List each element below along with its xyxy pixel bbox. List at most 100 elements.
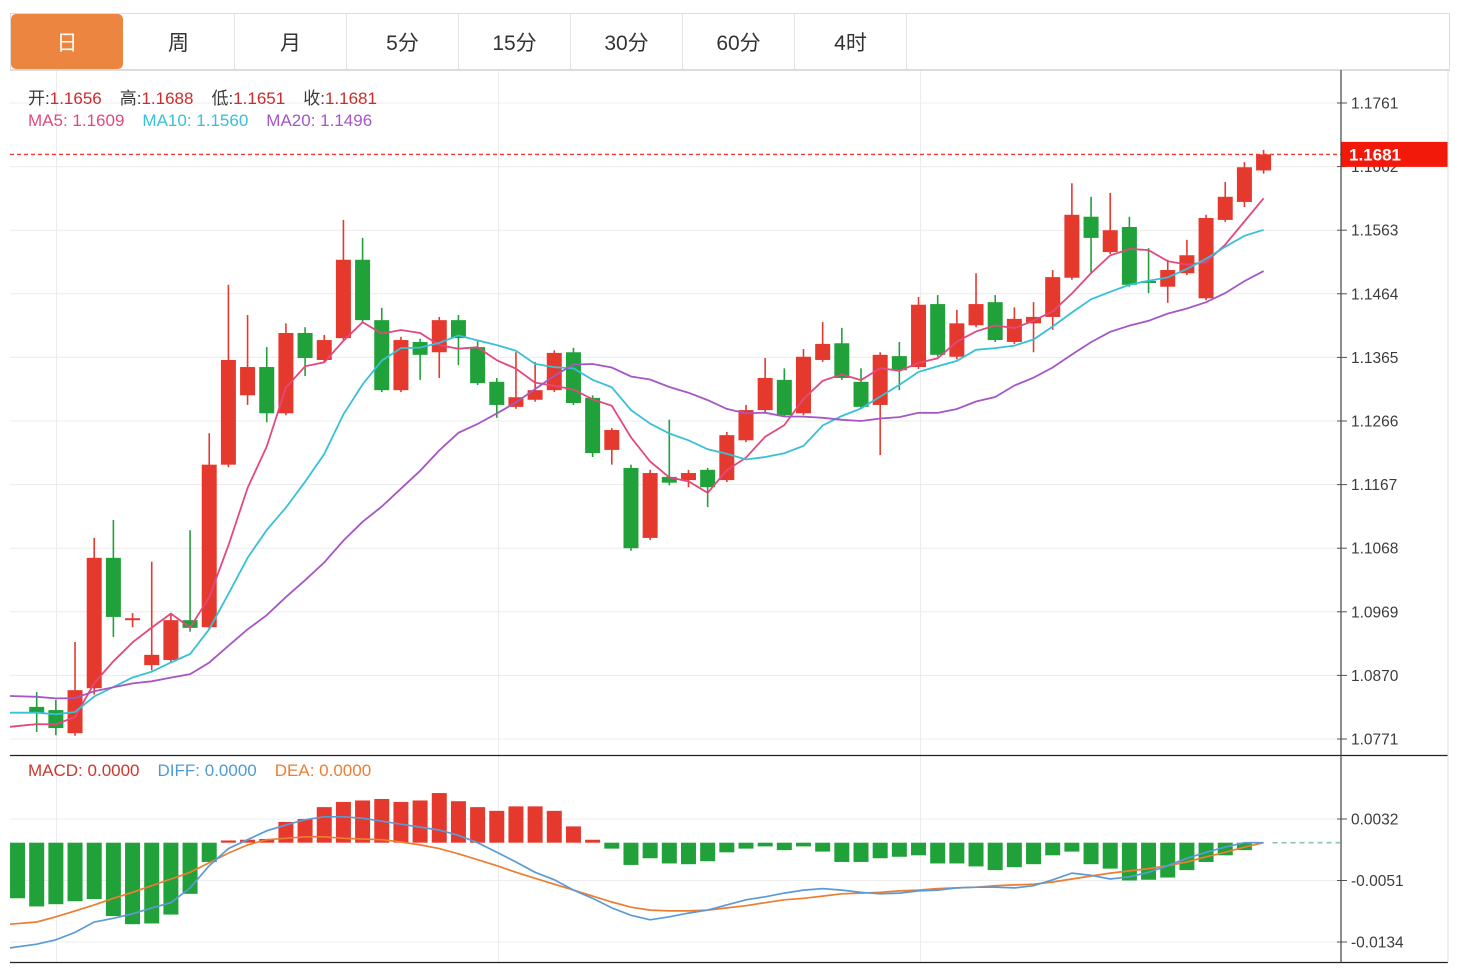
ohlc-item: 收:1.1681 bbox=[303, 89, 377, 108]
candle-body bbox=[969, 304, 984, 325]
macd-histogram-bar bbox=[892, 843, 907, 857]
candle-body bbox=[1256, 154, 1271, 170]
ma-readout: MA5: 1.1609 MA10: 1.1560 MA20: 1.1496 bbox=[28, 111, 390, 131]
macd-histogram-bar bbox=[834, 843, 849, 862]
macd-histogram-bar bbox=[68, 843, 83, 902]
readout-label: 高: bbox=[120, 89, 142, 108]
readout-label: MA10: bbox=[142, 111, 191, 130]
candle-body bbox=[566, 352, 581, 403]
readout-label: MA20: bbox=[266, 111, 315, 130]
macd-axis-label: -0.0134 bbox=[1351, 935, 1404, 952]
price-axis-label: 1.0969 bbox=[1351, 604, 1398, 621]
candle-body bbox=[144, 655, 159, 665]
candle-body bbox=[1064, 215, 1079, 278]
macd-histogram-bar bbox=[1045, 843, 1060, 856]
current-price-text: 1.1681 bbox=[1349, 145, 1401, 164]
readout-value: 1.1496 bbox=[320, 111, 372, 130]
candle-body bbox=[719, 435, 734, 480]
trading-chart-app: 日周月5分15分30分60分4时 开:1.1656高:1.1688低:1.165… bbox=[0, 0, 1473, 969]
macd-histogram-bar bbox=[719, 843, 734, 853]
macd-histogram-bar bbox=[1160, 843, 1175, 878]
candle-body bbox=[1237, 167, 1252, 202]
macd-histogram-bar bbox=[949, 843, 964, 864]
macd-histogram-bar bbox=[183, 843, 198, 894]
candle-body bbox=[834, 343, 849, 378]
candle-body bbox=[528, 390, 543, 400]
readout-value: 1.1681 bbox=[325, 89, 377, 108]
candle-body bbox=[623, 468, 638, 548]
macd-histogram-bar bbox=[547, 811, 562, 843]
price-axis-label: 1.1167 bbox=[1351, 477, 1397, 494]
candle-body bbox=[1007, 319, 1022, 342]
macd-histogram-bar bbox=[1084, 843, 1099, 864]
ma-item: MA10: 1.1560 bbox=[142, 111, 248, 130]
macd-histogram-bar bbox=[777, 843, 792, 850]
macd-histogram-bar bbox=[796, 843, 811, 847]
candle-body bbox=[854, 382, 869, 407]
macd-histogram-bar bbox=[700, 843, 715, 862]
price-axis-label: 1.0771 bbox=[1351, 732, 1398, 749]
readout-value: 1.1651 bbox=[233, 89, 285, 108]
candle-body bbox=[1122, 227, 1137, 285]
readout-label: 收: bbox=[303, 89, 325, 108]
readout-label: MA5: bbox=[28, 111, 68, 130]
macd-histogram-bar bbox=[873, 843, 888, 859]
candle-body bbox=[87, 558, 102, 688]
macd-histogram-bar bbox=[1026, 843, 1041, 864]
candle-body bbox=[1084, 217, 1099, 238]
macd-line bbox=[10, 817, 1264, 948]
candle-body bbox=[681, 473, 696, 480]
readout-value: 0.0000 bbox=[319, 761, 371, 780]
candle-body bbox=[202, 465, 217, 628]
macd-item: DIFF: 0.0000 bbox=[158, 761, 257, 780]
macd-histogram-bar bbox=[566, 826, 581, 842]
macd-axis-label: 0.0032 bbox=[1351, 812, 1398, 829]
candle-body bbox=[489, 382, 504, 405]
candle-body bbox=[432, 320, 447, 352]
macd-histogram-bar bbox=[815, 843, 830, 852]
candle-body bbox=[777, 380, 792, 415]
readout-label: MACD: bbox=[28, 761, 83, 780]
price-axis-label: 1.1266 bbox=[1351, 414, 1398, 431]
macd-histogram-bar bbox=[1064, 843, 1079, 852]
chart-canvas[interactable]: 1.17611.16621.15631.14641.13651.12661.11… bbox=[0, 0, 1473, 969]
readout-value: 0.0000 bbox=[88, 761, 140, 780]
price-axis-label: 1.1365 bbox=[1351, 350, 1398, 367]
readout-label: DEA: bbox=[275, 761, 315, 780]
candle-body bbox=[221, 360, 236, 465]
macd-histogram-bar bbox=[106, 843, 121, 916]
macd-histogram-bar bbox=[413, 800, 428, 842]
ma-item: MA20: 1.1496 bbox=[266, 111, 372, 130]
macd-readout: MACD: 0.0000DIFF: 0.0000DEA: 0.0000 bbox=[28, 761, 389, 781]
candle-body bbox=[259, 367, 274, 413]
macd-histogram-bar bbox=[87, 843, 102, 899]
candle-body bbox=[700, 470, 715, 487]
macd-histogram-bar bbox=[930, 843, 945, 864]
macd-histogram-bar bbox=[585, 840, 600, 843]
candle-body bbox=[758, 378, 773, 410]
candle-body bbox=[125, 618, 140, 620]
ohlc-item: 高:1.1688 bbox=[120, 89, 194, 108]
macd-histogram-bar bbox=[969, 843, 984, 867]
macd-histogram-bar bbox=[298, 819, 313, 843]
macd-histogram-bar bbox=[489, 811, 504, 843]
candle-body bbox=[738, 410, 753, 440]
readout-label: 开: bbox=[28, 89, 50, 108]
readout-value: 1.1609 bbox=[72, 111, 124, 130]
macd-histogram-bar bbox=[336, 802, 351, 843]
price-axis-label: 1.1563 bbox=[1351, 223, 1398, 240]
macd-histogram-bar bbox=[988, 843, 1003, 870]
macd-histogram-bar bbox=[681, 843, 696, 864]
candle-body bbox=[470, 347, 485, 383]
readout-value: 0.0000 bbox=[205, 761, 257, 780]
macd-histogram-bar bbox=[48, 843, 63, 905]
macd-histogram-bar bbox=[623, 843, 638, 865]
macd-histogram-bar bbox=[202, 843, 217, 862]
candle-body bbox=[240, 367, 255, 395]
ohlc-item: 开:1.1656 bbox=[28, 89, 102, 108]
price-axis-label: 1.1464 bbox=[1351, 286, 1399, 303]
macd-histogram-bar bbox=[508, 806, 523, 842]
candle-body bbox=[1103, 230, 1118, 252]
candle-body bbox=[911, 305, 926, 367]
readout-value: 1.1560 bbox=[196, 111, 248, 130]
